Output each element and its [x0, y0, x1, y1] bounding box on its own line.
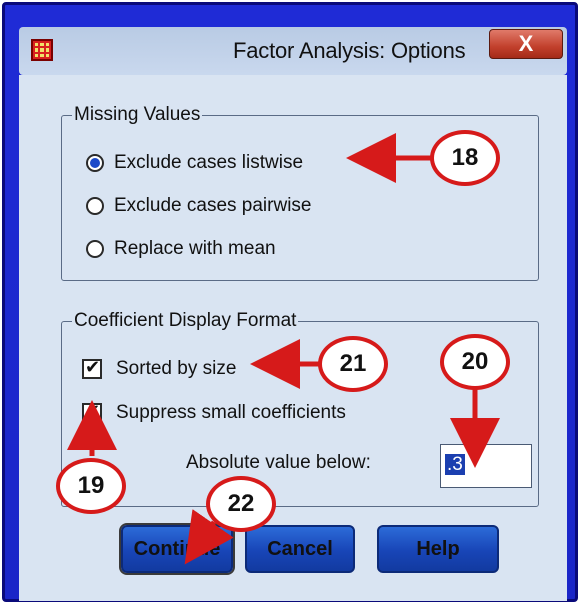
radio-label: Exclude cases listwise	[114, 152, 304, 173]
continue-button[interactable]: Continue	[121, 525, 233, 573]
window-title: Factor Analysis: Options	[233, 38, 466, 63]
radio-button[interactable]	[86, 197, 104, 215]
checkbox-sorted-by-size[interactable]: Sorted by size	[82, 357, 237, 380]
radio-button[interactable]	[86, 240, 104, 258]
checkbox-checked[interactable]	[82, 357, 102, 379]
checkbox-suppress-small[interactable]: Suppress small coefficients	[82, 401, 346, 424]
coefficient-display-legend: Coefficient Display Format	[72, 310, 299, 332]
cancel-button[interactable]: Cancel	[245, 525, 355, 573]
checkbox-label: Sorted by size	[116, 358, 237, 379]
callout-19: 19	[56, 458, 126, 514]
absolute-value-text: .3	[445, 454, 465, 475]
callout-20: 20	[440, 334, 510, 390]
radio-label: Replace with mean	[114, 238, 276, 259]
close-button[interactable]: X	[489, 29, 563, 59]
radio-replace-mean[interactable]: Replace with mean	[86, 238, 276, 260]
missing-values-legend: Missing Values	[72, 104, 203, 126]
help-button[interactable]: Help	[377, 525, 499, 573]
callout-22: 22	[206, 476, 276, 532]
radio-exclude-pairwise[interactable]: Exclude cases pairwise	[86, 195, 311, 217]
radio-exclude-listwise[interactable]: Exclude cases listwise	[86, 152, 303, 174]
radio-label: Exclude cases pairwise	[114, 195, 312, 216]
absolute-value-label: Absolute value below:	[186, 452, 371, 473]
callout-21: 21	[318, 336, 388, 392]
absolute-value-input[interactable]: .3	[440, 444, 532, 488]
checkbox-label: Suppress small coefficients	[116, 402, 346, 423]
radio-button-selected[interactable]	[86, 154, 104, 172]
checkbox-checked[interactable]	[82, 401, 102, 423]
callout-18: 18	[430, 130, 500, 186]
app-icon	[31, 39, 53, 61]
